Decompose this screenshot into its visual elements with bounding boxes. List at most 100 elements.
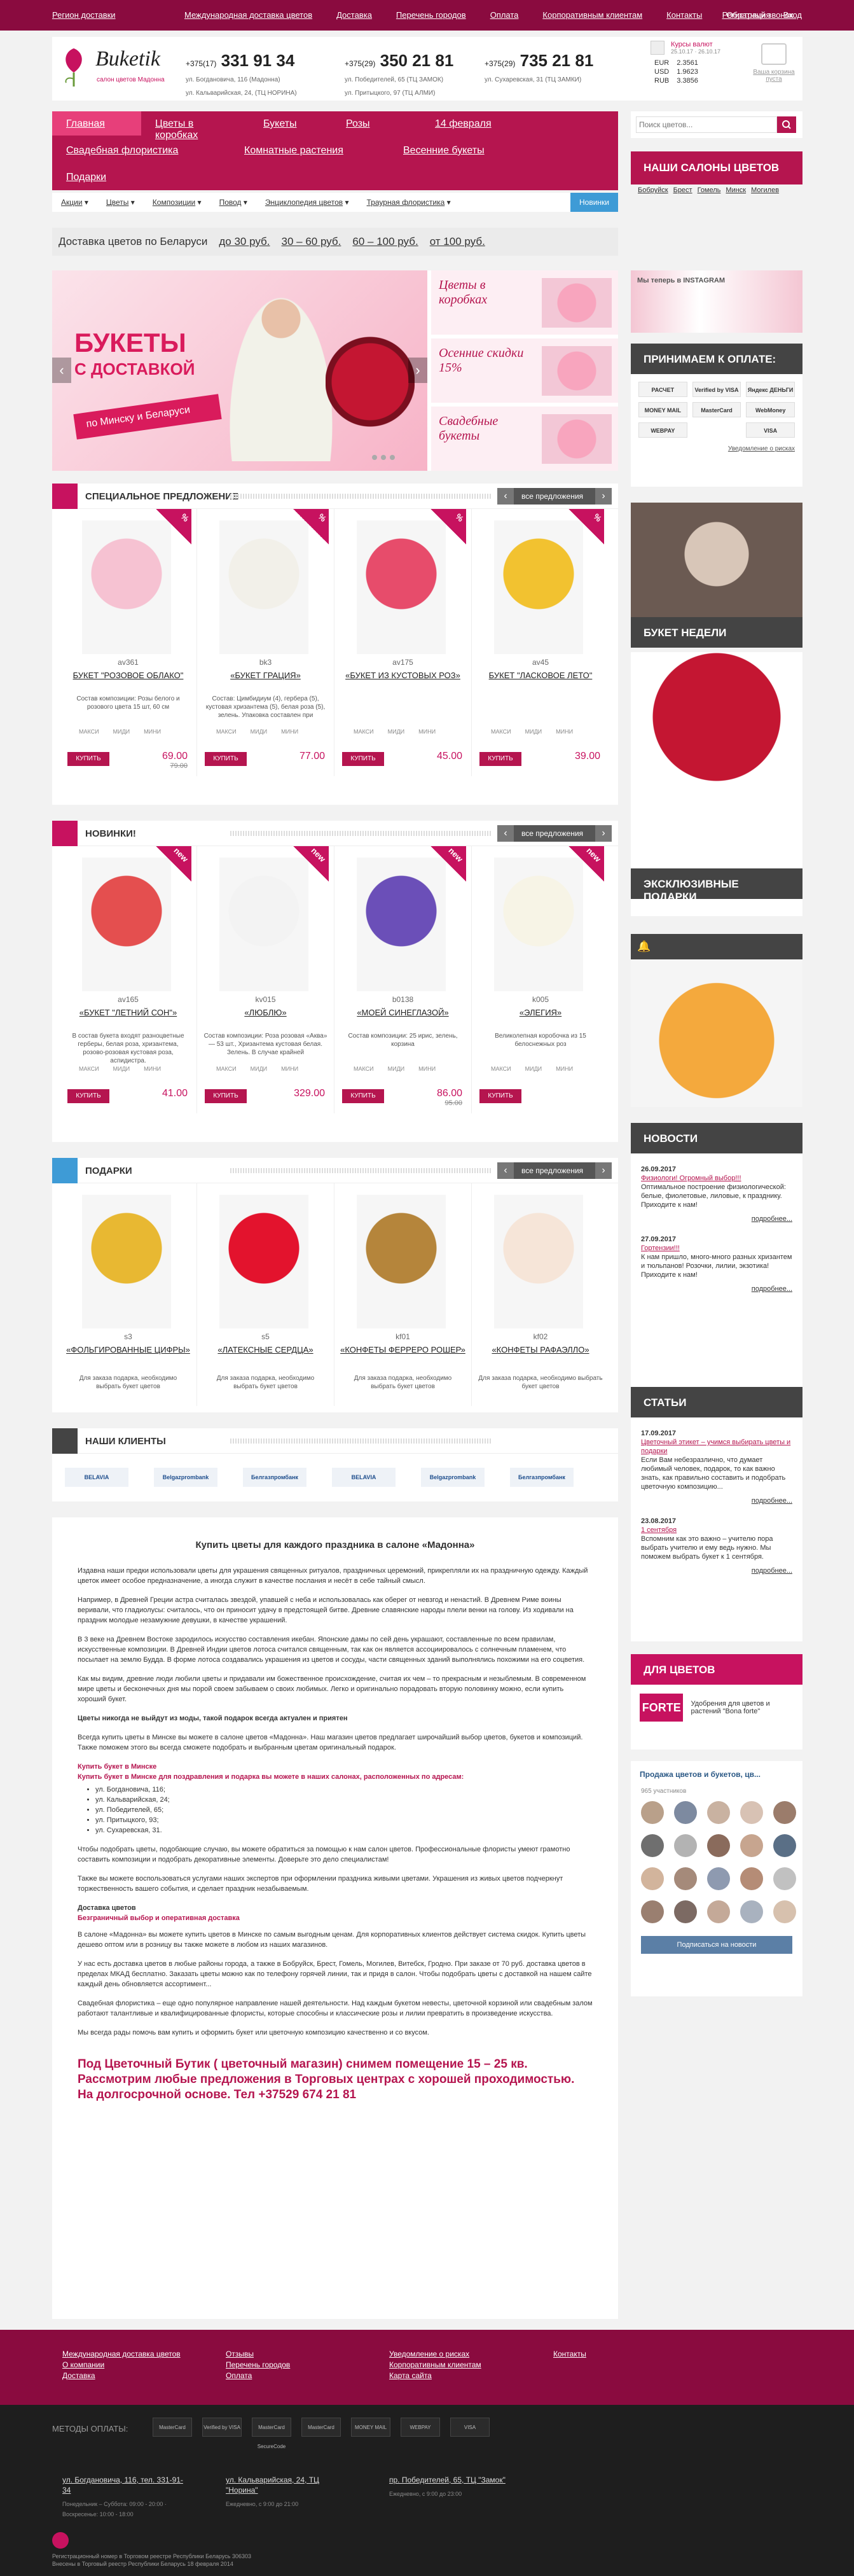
nav-item[interactable]: Подарки (52, 165, 141, 189)
slider-prev-arrow[interactable]: ‹ (52, 358, 71, 383)
all-offers-button[interactable]: все предложения (497, 1162, 612, 1179)
slider-dot[interactable] (390, 455, 395, 460)
price-range-link[interactable]: до 30 руб. (219, 235, 270, 248)
size-option[interactable]: МИНИ (556, 1066, 573, 1072)
nav-item[interactable]: Весенние букеты (389, 138, 548, 162)
size-option[interactable]: МИНИ (281, 1066, 298, 1072)
article-more-link[interactable]: подробнее... (641, 1566, 792, 1575)
footer-link[interactable]: Контакты (553, 2349, 586, 2360)
promo-photo[interactable]: 🔔 (631, 934, 802, 1107)
size-option[interactable]: МИНИ (144, 1066, 161, 1072)
size-option[interactable]: МИДИ (113, 1066, 130, 1072)
size-option[interactable]: МИДИ (251, 1066, 268, 1072)
news-more-link[interactable]: подробнее... (641, 1285, 792, 1293)
banner-side-promo[interactable]: Осенние скидки 15% (431, 338, 618, 403)
size-option[interactable]: МАКСИ (491, 1066, 511, 1072)
product-title[interactable]: «ЭЛЕГИЯ» (472, 1008, 609, 1018)
product-image[interactable] (494, 1195, 583, 1328)
size-option[interactable]: МАКСИ (216, 1066, 237, 1072)
footer-link[interactable]: О компании (62, 2360, 181, 2371)
footer-link[interactable]: Уведомление о рисках (389, 2349, 481, 2360)
article-link[interactable]: 1 сентября (641, 1526, 792, 1535)
price-range-link[interactable]: 30 – 60 руб. (282, 235, 341, 248)
nav-item[interactable]: Розы (332, 111, 421, 136)
footer-salon-address[interactable]: пр. Победителей, 65, ТЦ "Замок" (389, 2475, 516, 2485)
product-title[interactable]: «МОЕЙ СИНЕГЛАЗОЙ» (334, 1008, 471, 1018)
size-option[interactable]: МАКСИ (354, 1066, 374, 1072)
footer-link[interactable]: Корпоративным клиентам (389, 2360, 481, 2371)
size-option[interactable]: МАКСИ (491, 728, 511, 735)
top-link[interactable]: Международная доставка цветов (184, 10, 312, 20)
product-card[interactable]: new kv015 «ЛЮБЛЮ» Состав композиции: Роза р… (197, 846, 334, 1113)
product-title[interactable]: БУКЕТ "ЛАСКОВОЕ ЛЕТО" (472, 671, 609, 681)
product-card[interactable]: kf01 «КОНФЕТЫ ФЕРРЕРО РОШЕР» Для заказа по… (334, 1183, 472, 1406)
product-title[interactable]: «КОНФЕТЫ РАФАЭЛЛО» (472, 1345, 609, 1355)
subnav-item[interactable]: Композиции ▾ (144, 193, 210, 212)
article-link[interactable]: Цветочный этикет – учимся выбирать цветы… (641, 1438, 792, 1456)
subnav-item[interactable]: Цветы ▾ (97, 193, 144, 212)
product-image[interactable] (357, 1195, 446, 1328)
size-option[interactable]: МИДИ (388, 1066, 405, 1072)
subnav-item[interactable]: Траурная флористика ▾ (358, 193, 460, 212)
bouquet-week[interactable]: БУКЕТ НЕДЕЛИ (631, 503, 802, 648)
all-offers-button[interactable]: все предложения (497, 825, 612, 842)
phone-number[interactable]: 350 21 81 (380, 51, 454, 70)
footer-link[interactable]: Отзывы (226, 2349, 290, 2360)
news-link[interactable]: Гортензии!!! (641, 1244, 792, 1253)
product-card[interactable]: new av165 «БУКЕТ "ЛЕТНИЙ СОН"» В состав бук… (60, 846, 197, 1113)
subnav-item[interactable]: Энциклопедия цветов ▾ (256, 193, 358, 212)
footer-link[interactable]: Международная доставка цветов (62, 2349, 181, 2360)
nav-item[interactable]: 14 февраля (421, 111, 523, 136)
product-title[interactable]: «БУКЕТ ИЗ КУСТОВЫХ РОЗ» (334, 671, 471, 681)
size-option[interactable]: МИНИ (556, 728, 573, 735)
buy-button[interactable]: КУПИТЬ (479, 752, 521, 766)
size-option[interactable]: МАКСИ (216, 728, 237, 735)
vk-subscribe-button[interactable]: Подписаться на новости (641, 1936, 792, 1954)
top-link[interactable]: Контакты (666, 10, 702, 20)
all-offers-button[interactable]: все предложения (497, 488, 612, 505)
nav-item[interactable]: Свадебная флористика (52, 138, 230, 162)
subnav-new[interactable]: Новинки (570, 193, 618, 212)
product-title[interactable]: БУКЕТ "РОЗОВОЕ ОБЛАКО" (60, 671, 196, 681)
size-option[interactable]: МИДИ (113, 728, 130, 735)
product-card[interactable]: kf02 «КОНФЕТЫ РАФАЭЛЛО» Для заказа подарка… (472, 1183, 609, 1406)
buy-button[interactable]: КУПИТЬ (67, 1089, 109, 1103)
footer-link[interactable]: Доставка (62, 2371, 181, 2381)
footer-salon-address[interactable]: ул. Богдановича, 116, тел. 331-91-34 (62, 2475, 189, 2495)
nav-item[interactable]: Комнатные растения (230, 138, 389, 162)
size-option[interactable]: МАКСИ (79, 728, 99, 735)
product-card[interactable]: % av45 БУКЕТ "ЛАСКОВОЕ ЛЕТО" МАКСИ МИДИ МИНИ К… (472, 509, 609, 776)
exclusive-gifts[interactable]: ЭКСКЛЮЗИВНЫЕ ПОДАРКИ (631, 652, 802, 916)
product-title[interactable]: «ЛАТЕКСНЫЕ СЕРДЦА» (197, 1345, 334, 1355)
footer-link[interactable]: Оплата (226, 2371, 290, 2381)
region-link[interactable]: Регион доставки (52, 10, 116, 20)
product-card[interactable]: s5 «ЛАТЕКСНЫЕ СЕРДЦА» Для заказа подарка, … (197, 1183, 334, 1406)
product-card[interactable]: % bk3 «БУКЕТ ГРАЦИЯ» Состав: Цимбидиум (4),… (197, 509, 334, 776)
size-option[interactable]: МИНИ (418, 728, 436, 735)
top-link[interactable]: Оплата (490, 10, 519, 20)
product-image[interactable] (219, 1195, 308, 1328)
slider-dot[interactable] (372, 455, 377, 460)
top-link[interactable]: Перечень городов (396, 10, 466, 20)
instagram-banner[interactable]: Мы теперь в INSTAGRAM (631, 270, 802, 333)
logo[interactable]: Вuketik салон цветов Мадонна (57, 43, 184, 94)
top-link[interactable]: Доставка (336, 10, 372, 20)
register-link[interactable]: Регистрация (722, 10, 771, 20)
price-range-link[interactable]: от 100 руб. (430, 235, 485, 248)
footer-link[interactable]: Перечень городов (226, 2360, 290, 2371)
buy-button[interactable]: КУПИТЬ (205, 752, 247, 766)
city-link[interactable]: Минск (726, 186, 746, 194)
product-title[interactable]: «ЛЮБЛЮ» (197, 1008, 334, 1018)
phone-number[interactable]: 331 91 34 (221, 51, 295, 70)
slider-next-arrow[interactable]: › (408, 358, 427, 383)
product-card[interactable]: % av175 «БУКЕТ ИЗ КУСТОВЫХ РОЗ» МАКСИ МИДИ МИ… (334, 509, 472, 776)
banner-side-promo[interactable]: Свадебные букеты (431, 407, 618, 471)
footer-link[interactable]: Карта сайта (389, 2371, 481, 2381)
size-option[interactable]: МИНИ (144, 728, 161, 735)
buy-button[interactable]: КУПИТЬ (67, 752, 109, 766)
cart[interactable]: Ваша корзина пуста (748, 43, 799, 83)
city-link[interactable]: Бобруйск (638, 186, 668, 194)
product-card[interactable]: new b0138 «МОЕЙ СИНЕГЛАЗОЙ» Состав композиц… (334, 846, 472, 1113)
banner-side-promo[interactable]: Цветы в коробках (431, 270, 618, 335)
city-link[interactable]: Могилев (751, 186, 779, 194)
